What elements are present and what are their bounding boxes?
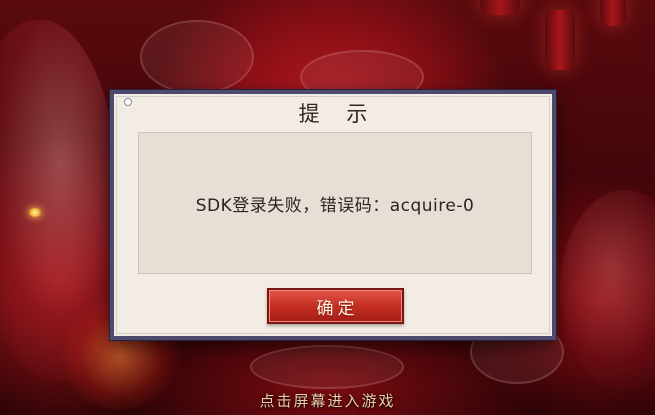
dragon-illustration-right xyxy=(560,190,655,390)
tap-to-enter-hint[interactable]: 点击屏幕进入游戏 xyxy=(0,390,655,411)
alert-dialog: 提 示 SDK登录失败，错误码：acquire-0 确定 xyxy=(110,90,556,340)
cloud-ornament xyxy=(140,20,254,94)
dialog-title: 提 示 xyxy=(298,102,378,126)
message-panel: SDK登录失败，错误码：acquire-0 xyxy=(138,132,532,274)
dragon-eye xyxy=(28,208,42,217)
lantern-icon xyxy=(480,0,520,15)
confirm-button[interactable]: 确定 xyxy=(267,288,404,324)
lantern-icon xyxy=(545,10,575,70)
cloud-ornament xyxy=(250,345,404,389)
lantern-icon xyxy=(600,0,626,26)
confirm-button-label: 确定 xyxy=(316,298,359,319)
error-message: SDK登录失败，错误码：acquire-0 xyxy=(195,195,475,216)
